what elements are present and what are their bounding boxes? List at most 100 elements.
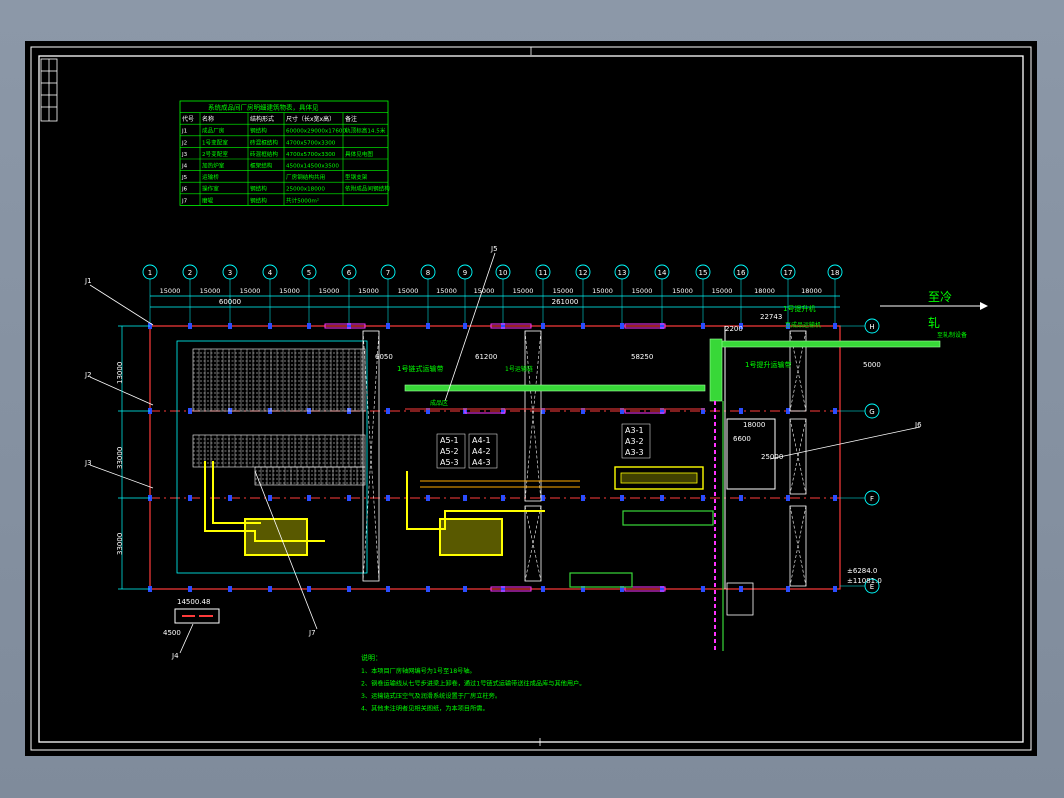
zone-label: A5-1: [440, 436, 459, 445]
column-mark: [386, 495, 390, 501]
zone-label: A3-3: [625, 448, 644, 457]
small-box-dim: 14500.48: [177, 598, 210, 606]
sheet-outer-border: [30, 46, 1032, 751]
column-mark: [426, 323, 430, 329]
table-cell: 共计5000m²: [286, 196, 319, 204]
column-mark: [541, 495, 545, 501]
column-mark: [833, 408, 837, 414]
table-cell: J5: [181, 175, 188, 181]
axis-number: 8: [426, 269, 430, 277]
span-dimension: 15000: [398, 287, 419, 295]
column-mark: [188, 323, 192, 329]
row-axis-label: F: [870, 495, 874, 503]
column-mark: [701, 495, 705, 501]
table-cell: J7: [181, 198, 188, 204]
table-cell: 框架结构: [250, 162, 273, 170]
span-dimension: 18000: [801, 287, 822, 295]
elevation-label-2: ±11081.0: [847, 577, 882, 585]
rack-block: [192, 348, 366, 412]
conveyor-label-a: 1号链式运输带: [397, 364, 443, 373]
conveyor-label-f: 成品区: [430, 399, 448, 407]
axis-number: 10: [499, 269, 508, 277]
span-dimension: 15000: [319, 287, 340, 295]
j6-dim-a: 6600: [733, 435, 751, 443]
table-cell: 轨顶标高14.5米: [345, 127, 386, 135]
column-mark: [386, 408, 390, 414]
axis-number: 3: [228, 269, 232, 277]
callout-j3: J3: [84, 459, 92, 467]
span-dimension: 15000: [513, 287, 534, 295]
conveyor-label-g: 1号提升机: [783, 304, 815, 313]
table-cell: 具体见电图: [345, 150, 373, 158]
column-mark: [386, 586, 390, 592]
zone-label: A4-1: [472, 436, 491, 445]
column-mark: [188, 495, 192, 501]
table-cell: J2: [181, 140, 187, 146]
zone-label: A5-2: [440, 447, 459, 456]
table-cell: J6: [181, 187, 188, 193]
table-cell: 4700x5700x3300: [286, 140, 336, 146]
column-mark: [228, 586, 232, 592]
column-mark: [660, 495, 664, 501]
axis-number: 16: [737, 269, 746, 277]
row-axis-label: H: [869, 323, 874, 331]
column-mark: [541, 323, 545, 329]
coil-storage-racks: [192, 348, 366, 486]
table-cell: 4700x5700x3300: [286, 152, 336, 158]
column-mark: [739, 408, 743, 414]
column-mark: [739, 495, 743, 501]
table-cell: 25000x18000: [286, 187, 325, 193]
column-mark: [620, 323, 624, 329]
table-cell: 运输桥: [202, 173, 219, 181]
span-dimension: 15000: [279, 287, 300, 295]
column-mark: [307, 586, 311, 592]
table-cell: 磨辊: [202, 196, 214, 204]
zone-label: A3-1: [625, 426, 644, 435]
note-line: 4、其他未注明者见相关图纸，为本项目所需。: [361, 705, 489, 713]
table-cell: J3: [181, 152, 188, 158]
column-mark: [307, 323, 311, 329]
column-mark: [701, 323, 705, 329]
span-dimension: 15000: [712, 287, 733, 295]
conveyor-label-b: 1号运输链: [505, 365, 533, 373]
cad-viewport[interactable]: 系统成品间厂房明细建筑物表，具体见 代号 名称 结构形式 尺寸（长x宽x高） 备注 J1 成品…: [0, 0, 1064, 798]
left-dim-3: 33000: [116, 533, 124, 555]
general-notes: 说明： 1、本项目厂房轴网编号为1号至18号轴。 2、钢卷运输线从七号步进梁上卸卷，…: [361, 653, 585, 713]
column-mark: [739, 586, 743, 592]
span-dimension: 15000: [200, 287, 221, 295]
j6-dim-b: 18000: [743, 421, 765, 429]
column-mark: [463, 495, 467, 501]
column-mark: [620, 495, 624, 501]
conveyor-label-d: 至成品运输机: [785, 321, 821, 329]
axis-number: 7: [386, 269, 390, 277]
column-axis-grid: 1 15000 2 15000 3 15000 4 15000 5 15000 6 15000 7 150…: [142, 264, 843, 326]
right-dim-3: 5000: [863, 361, 881, 369]
column-mark: [386, 323, 390, 329]
dim-mid-length: 61200: [475, 353, 497, 361]
conveyor-label-e: 至轧制设备: [937, 331, 967, 339]
drawing-sheet[interactable]: 系统成品间厂房明细建筑物表，具体见 代号 名称 结构形式 尺寸（长x宽x高） 备注 J1 成品…: [25, 41, 1037, 756]
revision-strip: [40, 58, 58, 122]
column-mark: [307, 495, 311, 501]
small-box-h: 4500: [163, 629, 181, 637]
column-mark: [833, 323, 837, 329]
axis-number: 1: [148, 269, 152, 277]
column-mark: [786, 586, 790, 592]
table-cell: 成品厂房: [202, 127, 225, 135]
span-dimension: 15000: [240, 287, 261, 295]
callout-j1: J1: [84, 277, 92, 285]
table-cell: 钢结构: [250, 196, 267, 204]
conveyor-label-c: 1号提升运输带: [745, 360, 791, 369]
layout-drawing: 系统成品间厂房明细建筑物表，具体见代号 名称 结构形式 尺寸（长x宽x高） 备注 J1 成品…: [30, 46, 1032, 751]
callout-j6: J6: [914, 421, 922, 429]
span-dimension: 15000: [160, 287, 181, 295]
zone-label: A3-2: [625, 437, 644, 446]
column-mark: [347, 586, 351, 592]
arrow-label: 至冷: [928, 290, 952, 304]
column-mark: [188, 408, 192, 414]
table-cell: 型钢支架: [345, 173, 368, 181]
table-header: 备注: [345, 115, 357, 123]
table-cell: 厂房钢结构共用: [286, 173, 325, 181]
axis-number: 5: [307, 269, 311, 277]
table-cell: 加热炉室: [202, 162, 225, 170]
